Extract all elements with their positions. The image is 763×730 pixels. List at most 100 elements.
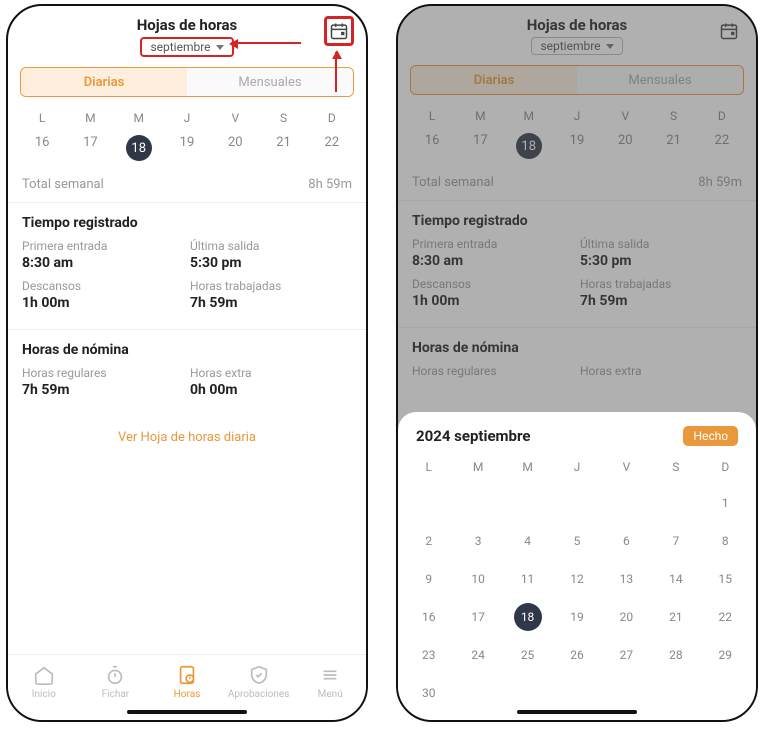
- calendar-day[interactable]: 5: [552, 524, 601, 558]
- header: Hojas de horas septiembre: [8, 6, 366, 61]
- calendar-day[interactable]: 13: [602, 562, 651, 596]
- home-icon: [33, 664, 55, 686]
- calendar-day[interactable]: 12: [552, 562, 601, 596]
- week-day[interactable]: 19: [163, 131, 211, 165]
- calendar-day[interactable]: 10: [453, 562, 502, 596]
- calendar-dow: S: [651, 460, 700, 482]
- calendar-day[interactable]: 20: [602, 600, 651, 634]
- regular-hours-value: 7h 59m: [22, 382, 184, 398]
- week-strip: L M M J V S D 16 17 18 19 20 21 22: [18, 111, 356, 165]
- calendar-day[interactable]: 16: [404, 600, 453, 634]
- calendar-day-blank: [701, 676, 750, 710]
- calendar-dow: V: [602, 460, 651, 482]
- calendar-day[interactable]: 28: [651, 638, 700, 672]
- nav-home[interactable]: Inicio: [8, 655, 80, 708]
- nav-approvals[interactable]: Aprobaciones: [223, 655, 295, 708]
- month-selector-label: septiembre: [150, 40, 210, 54]
- calendar-day-blank: [602, 486, 651, 520]
- calendar-day[interactable]: 1: [701, 486, 750, 520]
- calendar-day[interactable]: 30: [404, 676, 453, 710]
- calendar-day-blank: [552, 676, 601, 710]
- month-picker-sheet: 2024 septiembre Hecho LMMJVSD12345678910…: [398, 412, 756, 720]
- payroll-hours-grid: Horas regulares 7h 59m Horas extra 0h 00…: [8, 366, 366, 406]
- calendar-day[interactable]: 3: [453, 524, 502, 558]
- calendar-icon: [329, 21, 349, 41]
- calendar-dow: J: [552, 460, 601, 482]
- payroll-hours-title: Horas de nómina: [8, 330, 366, 366]
- first-entry-value: 8:30 am: [22, 255, 184, 271]
- shield-check-icon: [248, 664, 270, 686]
- calendar-dow: D: [701, 460, 750, 482]
- calendar-dow: L: [404, 460, 453, 482]
- calendar-day[interactable]: 8: [701, 524, 750, 558]
- calendar-day-blank: [503, 676, 552, 710]
- calendar-grid: LMMJVSD123456789101112131415161718192021…: [404, 460, 750, 710]
- calendar-day-blank: [453, 676, 502, 710]
- home-indicator: [127, 710, 247, 714]
- calendar-day[interactable]: 22: [701, 600, 750, 634]
- weekly-total-value: 8h 59m: [308, 177, 352, 192]
- menu-icon: [319, 664, 341, 686]
- weekly-total-label: Total semanal: [22, 177, 104, 192]
- month-picker-title: 2024 septiembre: [416, 427, 530, 445]
- week-day[interactable]: 20: [211, 131, 259, 165]
- calendar-day[interactable]: 19: [552, 600, 601, 634]
- calendar-day[interactable]: 6: [602, 524, 651, 558]
- calendar-dow: M: [453, 460, 502, 482]
- calendar-day[interactable]: 23: [404, 638, 453, 672]
- nav-punch[interactable]: Fichar: [80, 655, 152, 708]
- week-day-selected[interactable]: 18: [115, 131, 163, 165]
- calendar-day-blank: [503, 486, 552, 520]
- calendar-day[interactable]: 21: [651, 600, 700, 634]
- calendar-button[interactable]: [324, 16, 354, 46]
- calendar-day[interactable]: 25: [503, 638, 552, 672]
- nav-hours[interactable]: Horas: [151, 655, 223, 708]
- breaks-value: 1h 00m: [22, 295, 184, 311]
- page-title: Hojas de horas: [50, 16, 324, 34]
- weekly-total-row: Total semanal 8h 59m: [8, 171, 366, 202]
- tab-monthly[interactable]: Mensuales: [187, 68, 353, 96]
- annotation-arrow-left: [231, 42, 301, 44]
- calendar-day[interactable]: 26: [552, 638, 601, 672]
- calendar-day[interactable]: 2: [404, 524, 453, 558]
- calendar-dow: M: [503, 460, 552, 482]
- home-indicator: [517, 710, 637, 714]
- tab-daily[interactable]: Diarias: [21, 68, 187, 96]
- week-day[interactable]: 22: [308, 131, 356, 165]
- calendar-day[interactable]: 29: [701, 638, 750, 672]
- view-daily-timesheet-link[interactable]: Ver Hoja de horas diaria: [8, 406, 366, 469]
- timesheet-icon: [176, 664, 198, 686]
- registered-time-grid: Primera entrada 8:30 am Última salida 5:…: [8, 239, 366, 319]
- calendar-day-blank: [453, 486, 502, 520]
- calendar-day-selected[interactable]: 18: [503, 600, 552, 634]
- calendar-day[interactable]: 15: [701, 562, 750, 596]
- registered-time-title: Tiempo registrado: [8, 203, 366, 239]
- done-button[interactable]: Hecho: [683, 426, 738, 446]
- annotation-arrow-up: [335, 52, 337, 92]
- calendar-day[interactable]: 7: [651, 524, 700, 558]
- week-day[interactable]: 16: [18, 131, 66, 165]
- calendar-day-blank: [552, 486, 601, 520]
- calendar-day[interactable]: 17: [453, 600, 502, 634]
- calendar-day[interactable]: 27: [602, 638, 651, 672]
- nav-menu[interactable]: Menú: [294, 655, 366, 708]
- calendar-day[interactable]: 11: [503, 562, 552, 596]
- calendar-day[interactable]: 14: [651, 562, 700, 596]
- week-day[interactable]: 21: [259, 131, 307, 165]
- worked-hours-value: 7h 59m: [190, 295, 352, 311]
- calendar-day-blank: [404, 486, 453, 520]
- calendar-day-blank: [602, 676, 651, 710]
- calendar-day-blank: [651, 486, 700, 520]
- calendar-day[interactable]: 24: [453, 638, 502, 672]
- month-selector[interactable]: septiembre: [140, 37, 233, 57]
- chevron-down-icon: [216, 45, 224, 50]
- week-day[interactable]: 17: [66, 131, 114, 165]
- calendar-day-blank: [651, 676, 700, 710]
- view-tabs: Diarias Mensuales: [20, 67, 354, 97]
- stopwatch-icon: [104, 664, 126, 686]
- calendar-day[interactable]: 4: [503, 524, 552, 558]
- phone-screen-main: Hojas de horas septiembre Diarias Mensua…: [6, 4, 368, 722]
- calendar-day[interactable]: 9: [404, 562, 453, 596]
- extra-hours-value: 0h 00m: [190, 382, 352, 398]
- phone-screen-picker: Hojas de horas septiembre Diarias Mensua…: [396, 4, 758, 722]
